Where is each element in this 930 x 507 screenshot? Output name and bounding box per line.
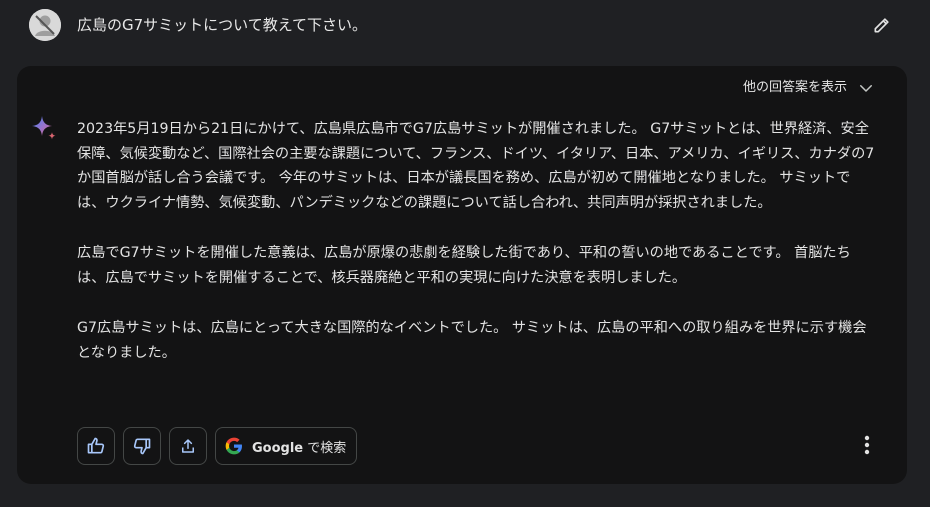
thumbs-up-icon [87,437,105,454]
pencil-icon [874,18,889,33]
response-paragraph: 広島でG7サミットを開催した意義は、広島が原爆の悲劇を経験した街であり、平和の誓… [77,245,851,286]
share-button[interactable] [169,427,207,465]
user-avatar[interactable] [29,9,61,41]
google-label-rest: で検索 [303,440,347,456]
avatar-icon [29,9,61,41]
response-paragraph: 2023年5月19日から21日にかけて、広島県広島市でG7広島サミットが開催され… [77,121,875,211]
other-drafts-toggle[interactable]: 他の回答案を表示 [743,78,875,98]
thumbs-down-icon [133,438,151,455]
response-actions: Google で検索 [77,427,358,465]
google-label-bold: Google [252,440,304,456]
more-vert-icon [864,435,870,455]
response-text: 2023年5月19日から21日にかけて、広島県広島市でG7広島サミットが開催され… [77,117,877,391]
edit-prompt-button[interactable] [870,13,894,37]
sparkle-icon [32,116,56,140]
google-search-button[interactable]: Google で検索 [215,427,358,465]
other-drafts-label: 他の回答案を表示 [742,80,847,95]
thumbs-up-button[interactable] [77,427,115,465]
user-prompt-row: 広島のG7サミットについて教えて下さい。 [0,0,930,50]
response-card: 他の回答案を表示 2023年5月19日から21日にかけて、広島県広島市でG7広島… [17,66,907,484]
more-options-button[interactable] [855,433,879,457]
user-prompt-text: 広島のG7サミットについて教えて下さい。 [77,16,367,34]
google-icon [225,437,242,455]
response-paragraph: G7広島サミットは、広島にとって大きな国際的なイベントでした。 サミットは、広島… [77,320,867,361]
share-icon [182,439,194,453]
thumbs-down-button[interactable] [123,427,161,465]
google-search-label: Google で検索 [252,437,346,456]
chevron-down-icon [860,85,872,92]
